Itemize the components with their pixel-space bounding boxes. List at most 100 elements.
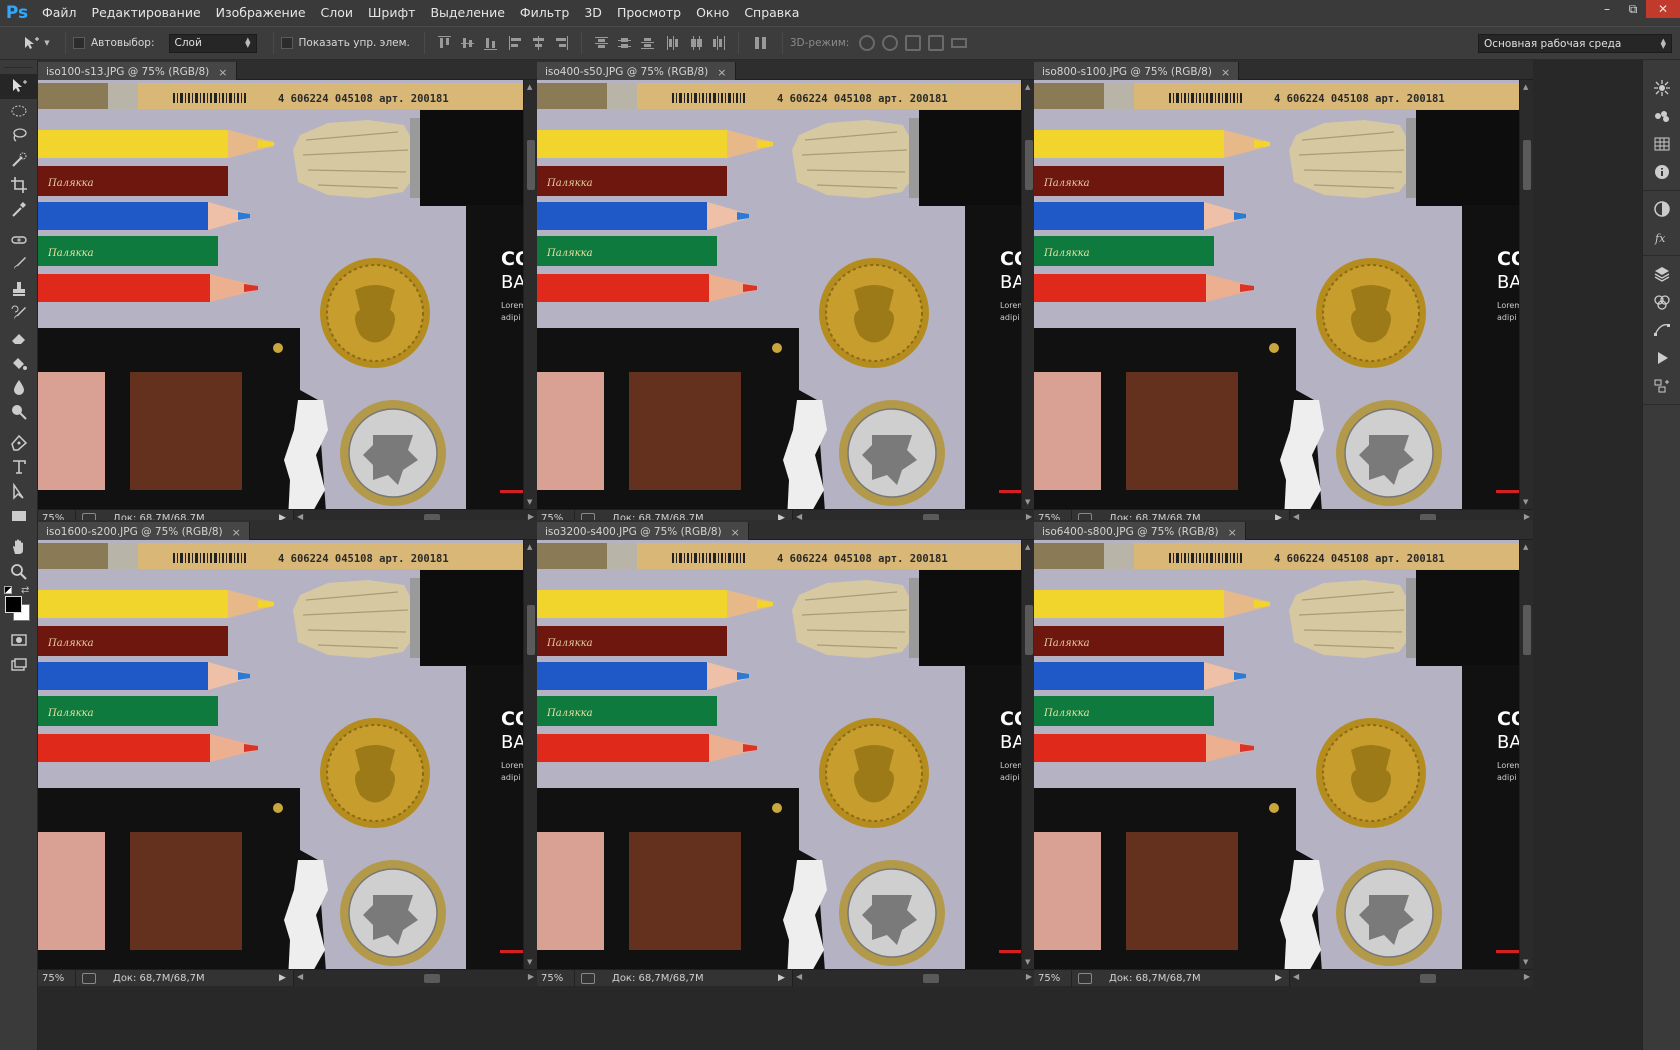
menu-filter[interactable]: Фильтр: [512, 0, 576, 26]
document-canvas[interactable]: 4 606224 045108 арт. 200181 Палякка Паля…: [1034, 80, 1519, 509]
zoom-level[interactable]: 75%: [1034, 969, 1072, 987]
pen-tool[interactable]: [0, 430, 38, 455]
align-right-icon[interactable]: [555, 36, 568, 50]
3d-scale-icon[interactable]: [951, 38, 968, 48]
scroll-down-icon[interactable]: ▼: [1523, 958, 1528, 966]
lasso-tool[interactable]: [0, 123, 38, 148]
distribute-left-icon[interactable]: [666, 36, 679, 50]
vertical-scroll-thumb[interactable]: [527, 140, 535, 190]
align-bottom-icon[interactable]: [483, 36, 497, 50]
horizontal-scroll-thumb[interactable]: [424, 973, 440, 983]
scroll-up-icon[interactable]: ▲: [1025, 543, 1030, 551]
path-selection-tool[interactable]: [0, 480, 38, 505]
document-tab[interactable]: iso6400-s800.JPG @ 75% (RGB/8) ×: [1034, 522, 1246, 542]
brush-tool[interactable]: [0, 252, 38, 277]
minimize-button[interactable]: –: [1594, 0, 1620, 18]
healing-brush-tool[interactable]: [0, 228, 38, 253]
document-canvas[interactable]: 4 606224 045108 арт. 200181 Палякка Паля…: [1034, 540, 1519, 969]
scroll-right-icon[interactable]: ▶: [528, 972, 534, 981]
vertical-scroll-thumb[interactable]: [1025, 605, 1033, 655]
menu-type[interactable]: Шрифт: [360, 0, 422, 26]
menu-edit[interactable]: Редактирование: [84, 0, 208, 26]
info-button[interactable]: [1643, 158, 1680, 186]
eraser-tool[interactable]: [0, 326, 38, 351]
status-info-icon[interactable]: [1078, 972, 1092, 984]
zoom-tool[interactable]: [0, 559, 38, 584]
3d-slide-icon[interactable]: [928, 35, 945, 51]
zoom-level[interactable]: 75%: [537, 969, 575, 987]
actions-button[interactable]: [1643, 344, 1680, 372]
scroll-down-icon[interactable]: ▼: [527, 958, 532, 966]
close-icon[interactable]: ×: [232, 526, 241, 539]
document-canvas[interactable]: 4 606224 045108 арт. 200181 Палякка Паля…: [38, 80, 523, 509]
scroll-right-icon[interactable]: ▶: [1524, 972, 1530, 981]
document-tab[interactable]: iso1600-s200.JPG @ 75% (RGB/8) ×: [38, 522, 250, 542]
eyedropper-tool[interactable]: [0, 197, 38, 222]
distribute-vcenter-icon[interactable]: [617, 36, 631, 50]
vertical-scrollbar[interactable]: ▲ ▼: [523, 80, 537, 509]
document-tab[interactable]: iso400-s50.JPG @ 75% (RGB/8) ×: [537, 62, 736, 82]
document-tab[interactable]: iso800-s100.JPG @ 75% (RGB/8) ×: [1034, 62, 1240, 82]
vertical-scrollbar[interactable]: ▲ ▼: [1519, 80, 1533, 509]
menu-3d[interactable]: 3D: [576, 0, 609, 26]
panel-grip[interactable]: [4, 60, 33, 68]
default-colors-icon[interactable]: [4, 585, 12, 594]
tool-preset-picker[interactable]: ▼: [14, 35, 58, 51]
vertical-scrollbar[interactable]: ▲ ▼: [1021, 540, 1035, 969]
horizontal-scrollbar[interactable]: ◀ ▶: [792, 969, 1035, 987]
horizontal-scroll-thumb[interactable]: [923, 973, 939, 983]
vertical-scrollbar[interactable]: ▲ ▼: [1519, 540, 1533, 969]
layers-button[interactable]: [1643, 260, 1680, 288]
brush-presets-button[interactable]: [1643, 102, 1680, 130]
align-top-icon[interactable]: [437, 36, 451, 50]
scroll-right-icon[interactable]: ▶: [1026, 972, 1032, 981]
vertical-scroll-thumb[interactable]: [1523, 140, 1531, 190]
align-hcenter-icon[interactable]: [532, 36, 545, 50]
workspace-select[interactable]: Основная рабочая среда ▲ ▼: [1478, 34, 1672, 53]
vertical-scrollbar[interactable]: ▲ ▼: [523, 540, 537, 969]
rectangle-tool[interactable]: [0, 504, 38, 529]
paths-button[interactable]: [1643, 316, 1680, 344]
scroll-up-icon[interactable]: ▲: [1025, 83, 1030, 91]
foreground-color-swatch[interactable]: [5, 595, 22, 613]
quick-mask-button[interactable]: [0, 628, 38, 653]
menu-window[interactable]: Окно: [688, 0, 736, 26]
document-canvas[interactable]: 4 606224 045108 арт. 200181 Палякка Паля…: [537, 540, 1021, 969]
horizontal-scrollbar[interactable]: ◀ ▶: [1289, 969, 1533, 987]
menu-layers[interactable]: Слои: [313, 0, 361, 26]
scroll-left-icon[interactable]: ◀: [297, 972, 303, 981]
vertical-scrollbar[interactable]: ▲ ▼: [1021, 80, 1035, 509]
scroll-up-icon[interactable]: ▲: [1523, 83, 1528, 91]
scroll-up-icon[interactable]: ▲: [527, 543, 532, 551]
scroll-down-icon[interactable]: ▼: [1025, 958, 1030, 966]
show-transform-checkbox[interactable]: [280, 37, 293, 49]
vertical-scroll-thumb[interactable]: [527, 605, 535, 655]
horizontal-scroll-thumb[interactable]: [1420, 973, 1436, 983]
auto-align-icon[interactable]: [754, 36, 767, 50]
close-icon[interactable]: ×: [731, 526, 740, 539]
status-info-icon[interactable]: [82, 972, 96, 984]
distribute-hcenter-icon[interactable]: [689, 36, 702, 50]
status-menu-arrow-icon[interactable]: ▶: [778, 973, 792, 983]
vertical-scroll-thumb[interactable]: [1025, 140, 1033, 190]
hand-tool[interactable]: [0, 535, 38, 560]
screen-mode-button[interactable]: [0, 652, 38, 677]
menu-select[interactable]: Выделение: [422, 0, 511, 26]
scroll-down-icon[interactable]: ▼: [1025, 498, 1030, 506]
document-canvas[interactable]: 4 606224 045108 арт. 200181 Палякка Паля…: [38, 540, 523, 969]
move-tool[interactable]: [0, 74, 38, 99]
3d-roll-icon[interactable]: [882, 35, 899, 51]
swatches-button[interactable]: [1643, 130, 1680, 158]
close-icon[interactable]: ×: [218, 66, 227, 79]
status-info-icon[interactable]: [581, 972, 595, 984]
clone-stamp-tool[interactable]: [0, 277, 38, 302]
close-button[interactable]: ✕: [1646, 0, 1680, 18]
distribute-top-icon[interactable]: [594, 36, 608, 50]
swap-colors-icon[interactable]: ⇄: [21, 585, 29, 596]
history-button[interactable]: [1643, 372, 1680, 400]
history-brush-tool[interactable]: [0, 301, 38, 326]
quick-select-tool[interactable]: [0, 148, 38, 173]
zoom-level[interactable]: 75%: [38, 969, 76, 987]
scroll-up-icon[interactable]: ▲: [1523, 543, 1528, 551]
autoselect-checkbox[interactable]: [73, 37, 85, 49]
